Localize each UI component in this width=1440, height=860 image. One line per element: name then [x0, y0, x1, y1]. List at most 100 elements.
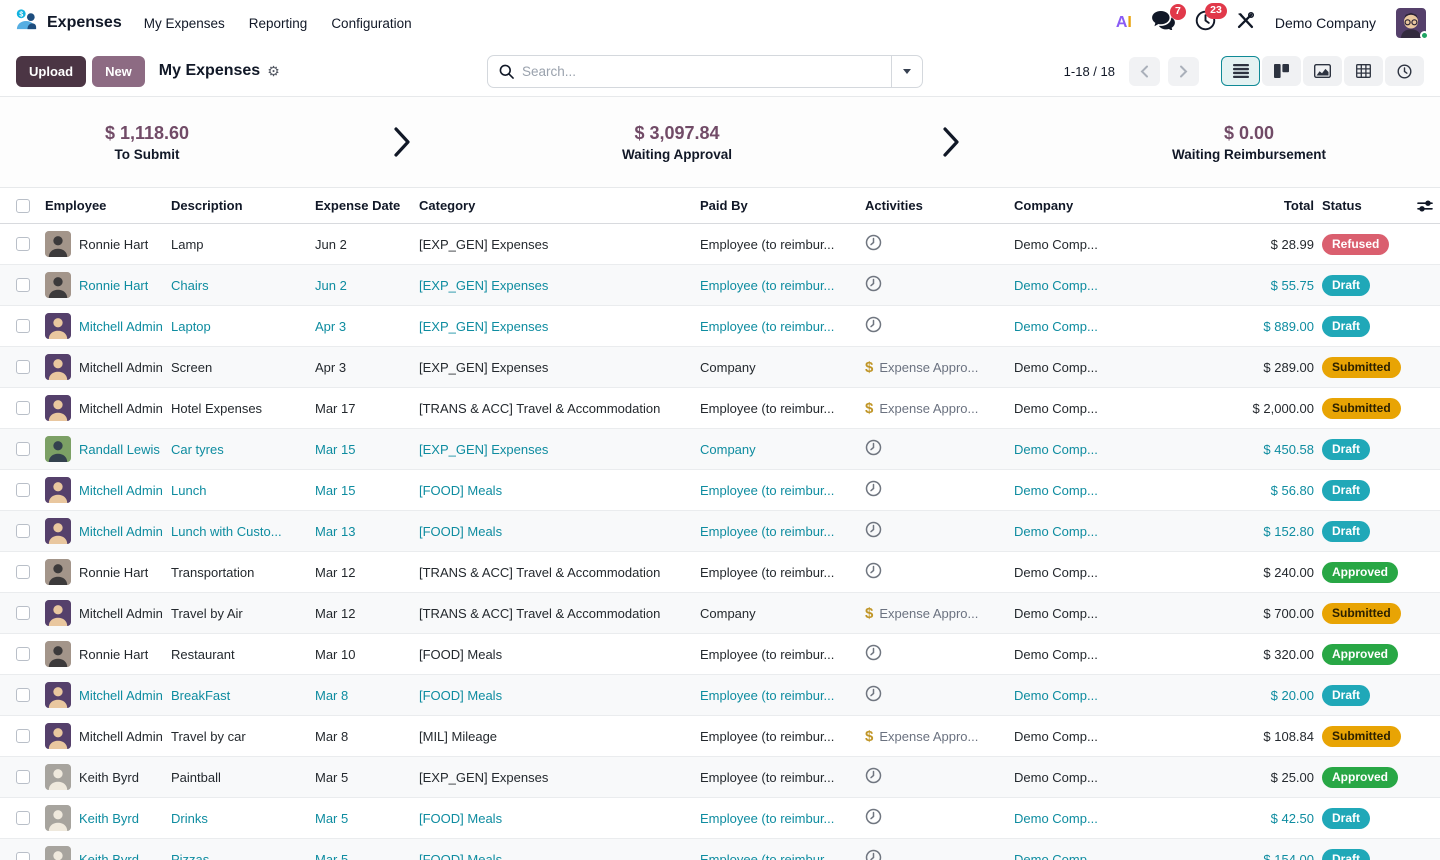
row-checkbox[interactable] — [16, 811, 30, 825]
activity-label[interactable]: Expense Appro... — [879, 360, 978, 375]
column-header-company[interactable]: Company — [1014, 198, 1200, 213]
schedule-activity-clock-icon[interactable] — [865, 521, 882, 541]
optional-columns-icon[interactable] — [1417, 199, 1440, 213]
column-header-paid-by[interactable]: Paid By — [700, 198, 865, 213]
expense-date: Mar 13 — [315, 524, 419, 539]
expense-row[interactable]: Mitchell AdminTravel by carMar 8[MIL] Mi… — [0, 716, 1440, 757]
money-activity-icon[interactable]: $ — [865, 400, 873, 417]
new-button[interactable]: New — [92, 56, 145, 87]
expense-row[interactable]: Mitchell AdminHotel ExpensesMar 17[TRANS… — [0, 388, 1440, 429]
activity-label[interactable]: Expense Appro... — [879, 729, 978, 744]
schedule-activity-clock-icon[interactable] — [865, 234, 882, 254]
menu-reporting[interactable]: Reporting — [249, 16, 308, 31]
row-checkbox[interactable] — [16, 319, 30, 333]
schedule-activity-clock-icon[interactable] — [865, 808, 882, 828]
paid-by: Employee (to reimbur... — [700, 483, 865, 498]
row-checkbox[interactable] — [16, 401, 30, 415]
tools-icon[interactable] — [1236, 11, 1255, 35]
row-checkbox[interactable] — [16, 237, 30, 251]
money-activity-icon[interactable]: $ — [865, 605, 873, 622]
stat-to-submit[interactable]: $ 1,118.60 To Submit — [0, 123, 294, 162]
row-checkbox[interactable] — [16, 442, 30, 456]
row-checkbox[interactable] — [16, 483, 30, 497]
expense-category: [FOOD] Meals — [419, 647, 700, 662]
graph-view-button[interactable] — [1303, 56, 1342, 86]
ai-logo-icon[interactable]: AI — [1116, 14, 1132, 32]
row-checkbox[interactable] — [16, 278, 30, 292]
column-header-expense-date[interactable]: Expense Date — [315, 198, 419, 213]
row-checkbox[interactable] — [16, 852, 30, 860]
expense-row[interactable]: Ronnie HartLampJun 2[EXP_GEN] ExpensesEm… — [0, 224, 1440, 265]
company-switcher[interactable]: Demo Company — [1275, 15, 1376, 31]
column-header-employee[interactable]: Employee — [45, 198, 171, 213]
search-input[interactable] — [522, 64, 891, 79]
expense-row[interactable]: Mitchell AdminScreenApr 3[EXP_GEN] Expen… — [0, 347, 1440, 388]
select-all-checkbox[interactable] — [16, 199, 30, 213]
row-checkbox[interactable] — [16, 647, 30, 661]
column-header-status[interactable]: Status — [1314, 198, 1417, 213]
employee-name: Keith Byrd — [79, 852, 139, 860]
column-header-category[interactable]: Category — [419, 198, 700, 213]
expense-row[interactable]: Mitchell AdminBreakFastMar 8[FOOD] Meals… — [0, 675, 1440, 716]
schedule-activity-clock-icon[interactable] — [865, 562, 882, 582]
expense-row[interactable]: Randall LewisCar tyresMar 15[EXP_GEN] Ex… — [0, 429, 1440, 470]
expense-row[interactable]: Mitchell AdminLaptopApr 3[EXP_GEN] Expen… — [0, 306, 1440, 347]
app-brand[interactable]: $ Expenses — [14, 8, 122, 38]
expense-row[interactable]: Keith ByrdPaintballMar 5[EXP_GEN] Expens… — [0, 757, 1440, 798]
expense-row[interactable]: Ronnie HartRestaurantMar 10[FOOD] MealsE… — [0, 634, 1440, 675]
status-badge: Submitted — [1322, 357, 1401, 378]
paid-by: Employee (to reimbur... — [700, 278, 865, 293]
schedule-activity-clock-icon[interactable] — [865, 685, 882, 705]
row-checkbox[interactable] — [16, 729, 30, 743]
schedule-activity-clock-icon[interactable] — [865, 849, 882, 860]
money-activity-icon[interactable]: $ — [865, 359, 873, 376]
column-header-activities[interactable]: Activities — [865, 198, 1014, 213]
schedule-activity-clock-icon[interactable] — [865, 767, 882, 787]
schedule-activity-clock-icon[interactable] — [865, 480, 882, 500]
activity-view-button[interactable] — [1385, 56, 1424, 86]
expense-row[interactable]: Ronnie HartTransportationMar 12[TRANS & … — [0, 552, 1440, 593]
user-avatar[interactable] — [1396, 8, 1426, 38]
menu-configuration[interactable]: Configuration — [331, 16, 411, 31]
column-header-total[interactable]: Total — [1200, 198, 1314, 213]
row-checkbox[interactable] — [16, 770, 30, 784]
stat-waiting-reimbursement[interactable]: $ 0.00 Waiting Reimbursement — [1058, 123, 1440, 162]
employee-name: Mitchell Admin — [79, 319, 163, 334]
row-checkbox[interactable] — [16, 524, 30, 538]
company-name: Demo Comp... — [1014, 729, 1200, 744]
stat-waiting-approval[interactable]: $ 3,097.84 Waiting Approval — [510, 123, 844, 162]
expense-row[interactable]: Keith ByrdPizzasMar 5[FOOD] MealsEmploye… — [0, 839, 1440, 860]
schedule-activity-clock-icon[interactable] — [865, 316, 882, 336]
activity-label[interactable]: Expense Appro... — [879, 606, 978, 621]
row-checkbox[interactable] — [16, 688, 30, 702]
expense-row[interactable]: Mitchell AdminTravel by AirMar 12[TRANS … — [0, 593, 1440, 634]
row-checkbox[interactable] — [16, 565, 30, 579]
money-activity-icon[interactable]: $ — [865, 728, 873, 745]
menu-my-expenses[interactable]: My Expenses — [144, 16, 225, 31]
expense-row[interactable]: Keith ByrdDrinksMar 5[FOOD] MealsEmploye… — [0, 798, 1440, 839]
pivot-view-button[interactable] — [1344, 56, 1383, 86]
expense-date: Apr 3 — [315, 360, 419, 375]
expense-row[interactable]: Ronnie HartChairsJun 2[EXP_GEN] Expenses… — [0, 265, 1440, 306]
expense-date: Mar 8 — [315, 688, 419, 703]
row-checkbox[interactable] — [16, 606, 30, 620]
list-view-button[interactable] — [1221, 56, 1260, 86]
expense-row[interactable]: Mitchell AdminLunchMar 15[FOOD] MealsEmp… — [0, 470, 1440, 511]
search-filters-toggle[interactable] — [891, 56, 922, 87]
messages-button[interactable]: 7 — [1152, 11, 1175, 35]
schedule-activity-clock-icon[interactable] — [865, 644, 882, 664]
expense-row[interactable]: Mitchell AdminLunch with Custo...Mar 13[… — [0, 511, 1440, 552]
schedule-activity-clock-icon[interactable] — [865, 439, 882, 459]
employee-name: Randall Lewis — [79, 442, 160, 457]
schedule-activity-clock-icon[interactable] — [865, 275, 882, 295]
kanban-view-button[interactable] — [1262, 56, 1301, 86]
row-checkbox[interactable] — [16, 360, 30, 374]
upload-button[interactable]: Upload — [16, 56, 86, 87]
activity-label[interactable]: Expense Appro... — [879, 401, 978, 416]
pager-next-button[interactable] — [1168, 57, 1199, 86]
employee-avatar — [45, 682, 71, 708]
column-header-description[interactable]: Description — [171, 198, 315, 213]
activities-button[interactable]: 23 — [1195, 10, 1216, 36]
view-settings-gear-icon[interactable]: ⚙ — [267, 63, 280, 80]
pager-previous-button[interactable] — [1129, 57, 1160, 86]
